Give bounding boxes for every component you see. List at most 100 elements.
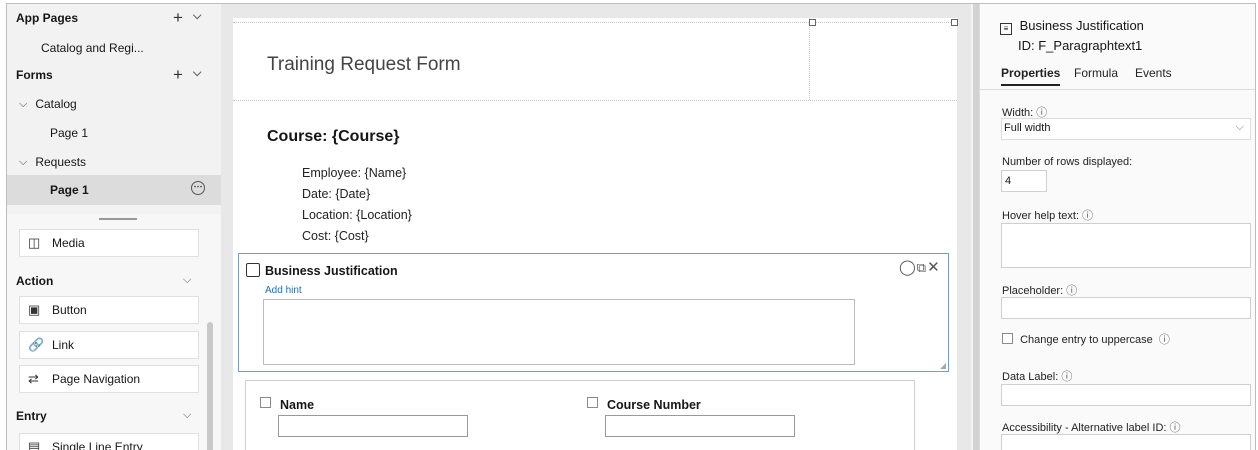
detail-cost: Cost: {Cost} bbox=[302, 229, 369, 243]
detail-location: Location: {Location} bbox=[302, 208, 412, 222]
rows-input[interactable]: 4 bbox=[1001, 170, 1047, 192]
add-form-icon[interactable]: + bbox=[173, 65, 183, 85]
details-list: Employee: {Name} Date: {Date} Location: … bbox=[302, 163, 412, 247]
page-navigation-label: Page Navigation bbox=[52, 372, 141, 386]
course-number-input[interactable] bbox=[605, 415, 795, 437]
accessibility-input[interactable] bbox=[1001, 434, 1251, 450]
app-pages-header[interactable]: App Pages + ⌵ bbox=[7, 4, 221, 32]
settings-circle-icon[interactable]: ◯ bbox=[899, 259, 917, 276]
copy-icon[interactable]: ⧉ bbox=[917, 260, 927, 275]
chevron-down-icon[interactable]: ⌵ bbox=[183, 274, 191, 287]
paragraph-field-icon: ≡ bbox=[1000, 23, 1012, 35]
page-navigation-item[interactable]: ⇄ Page Navigation bbox=[19, 365, 199, 393]
resize-handle[interactable] bbox=[99, 218, 137, 220]
text-field-icon: ▤ bbox=[28, 439, 41, 450]
rows-value: 4 bbox=[1005, 175, 1012, 187]
single-line-entry-label: Single Line Entry bbox=[52, 440, 143, 450]
placeholder-label: Placeholder: ⓘ bbox=[1002, 285, 1078, 297]
course-number-field-label: Course Number bbox=[607, 398, 701, 412]
properties-title: Business Justification bbox=[1019, 18, 1144, 33]
uppercase-label: Change entry to uppercase bbox=[1020, 334, 1153, 346]
button-label: Button bbox=[52, 303, 87, 317]
rows-label: Number of rows displayed: bbox=[1002, 156, 1133, 168]
link-icon: 🔗 bbox=[28, 337, 45, 352]
action-header[interactable]: Action ⌵ bbox=[7, 268, 221, 294]
info-icon: ⓘ bbox=[1082, 210, 1094, 222]
forms-title: Forms bbox=[16, 68, 53, 82]
forms-header[interactable]: Forms + ⌵ bbox=[7, 61, 221, 89]
uppercase-row[interactable]: Change entry to uppercase ⓘ bbox=[1002, 331, 1170, 347]
chevron-down-icon[interactable]: ⌵ bbox=[19, 98, 27, 111]
fields-section[interactable]: Name Course Number bbox=[245, 380, 915, 450]
form-page-item-selected[interactable]: Page 1 ⋯ bbox=[7, 175, 221, 205]
chevron-down-icon[interactable]: ⌵ bbox=[19, 156, 27, 169]
add-hint-link[interactable]: Add hint bbox=[265, 285, 302, 296]
form-page-label: Page 1 bbox=[50, 126, 89, 140]
properties-title-row: ≡ Business Justification bbox=[1000, 18, 1144, 35]
resize-handle[interactable] bbox=[809, 19, 816, 26]
chevron-down-icon[interactable]: ⌵ bbox=[193, 10, 201, 23]
app-page-item[interactable]: Catalog and Regi... bbox=[7, 34, 221, 62]
hover-help-input[interactable] bbox=[1001, 223, 1251, 268]
close-icon[interactable]: ✕ bbox=[927, 259, 941, 276]
form-group-label: Requests bbox=[35, 155, 87, 169]
entry-title: Entry bbox=[16, 409, 47, 423]
media-label: Media bbox=[52, 236, 85, 250]
properties-panel: ≡ Business Justification ID: F_Paragraph… bbox=[979, 4, 1255, 450]
entry-header[interactable]: Entry ⌵ bbox=[7, 403, 221, 429]
left-scrollbar[interactable] bbox=[207, 322, 213, 450]
name-field-label: Name bbox=[280, 398, 315, 412]
uppercase-checkbox[interactable] bbox=[1002, 333, 1013, 344]
resize-handle[interactable] bbox=[951, 19, 958, 26]
chevron-down-icon: ⌵ bbox=[1235, 121, 1244, 133]
width-select[interactable]: Full width ⌵ bbox=[1001, 118, 1251, 140]
paragraph-textarea[interactable] bbox=[263, 299, 855, 365]
tab-properties[interactable]: Properties bbox=[1001, 66, 1061, 86]
add-app-page-icon[interactable]: + bbox=[173, 8, 183, 28]
form-page-item[interactable]: Page 1 bbox=[7, 119, 221, 147]
form-header-section[interactable]: Training Request Form bbox=[233, 18, 958, 101]
field-checkbox-icon[interactable] bbox=[260, 397, 271, 408]
field-id: ID: F_Paragraphtext1 bbox=[1018, 38, 1143, 53]
button-icon: ▣ bbox=[28, 302, 41, 317]
tab-formula[interactable]: Formula bbox=[1074, 66, 1118, 80]
form-group-requests[interactable]: ⌵ Requests bbox=[7, 148, 221, 176]
field-toolbar: ◯⧉✕ bbox=[899, 258, 941, 276]
resize-grip-icon[interactable] bbox=[940, 363, 946, 369]
app-pages-title: App Pages bbox=[16, 11, 79, 25]
form-group-catalog[interactable]: ⌵ Catalog bbox=[7, 90, 221, 118]
link-item[interactable]: 🔗 Link bbox=[19, 331, 199, 359]
form-canvas: Training Request Form Course: {Course} E… bbox=[221, 4, 971, 450]
media-icon: ◫ bbox=[28, 235, 41, 250]
field-checkbox-icon[interactable] bbox=[587, 397, 598, 408]
action-title: Action bbox=[16, 274, 54, 288]
single-line-entry-item[interactable]: ▤ Single Line Entry bbox=[19, 433, 199, 450]
more-options-icon[interactable]: ⋯ bbox=[191, 181, 205, 195]
width-select-value: Full width bbox=[1004, 122, 1051, 134]
chevron-down-icon[interactable]: ⌵ bbox=[193, 67, 201, 80]
media-item[interactable]: ◫ Media bbox=[19, 229, 199, 257]
button-item[interactable]: ▣ Button bbox=[19, 296, 199, 324]
swap-arrows-icon: ⇄ bbox=[28, 371, 39, 386]
accessibility-label: Accessibility - Alternative label ID: ⓘ bbox=[1002, 422, 1181, 434]
left-panel: App Pages + ⌵ Catalog and Regi... Forms … bbox=[7, 4, 222, 450]
detail-date: Date: {Date} bbox=[302, 187, 371, 201]
info-icon: ⓘ bbox=[1066, 285, 1078, 297]
placeholder-input[interactable] bbox=[1001, 297, 1251, 319]
form-page-label: Page 1 bbox=[50, 183, 89, 197]
app-page-label: Catalog and Regi... bbox=[41, 41, 144, 55]
data-label-input[interactable] bbox=[1001, 384, 1251, 406]
form-title: Training Request Form bbox=[267, 54, 461, 75]
tab-events[interactable]: Events bbox=[1135, 66, 1172, 80]
info-icon: ⓘ bbox=[1158, 334, 1170, 346]
field-checkbox-icon[interactable] bbox=[246, 263, 260, 277]
course-heading: Course: {Course} bbox=[267, 128, 400, 145]
field-label: Business Justification bbox=[265, 264, 398, 278]
page-tree: App Pages + ⌵ Catalog and Regi... Forms … bbox=[7, 4, 221, 214]
form-page: Training Request Form Course: {Course} E… bbox=[233, 18, 958, 450]
hover-help-label: Hover help text: ⓘ bbox=[1002, 210, 1094, 222]
app-window: App Pages + ⌵ Catalog and Regi... Forms … bbox=[6, 3, 1256, 450]
name-input[interactable] bbox=[278, 415, 468, 437]
chevron-down-icon[interactable]: ⌵ bbox=[183, 409, 191, 422]
business-justification-field[interactable]: Business Justification Add hint ◯⧉✕ bbox=[238, 253, 949, 372]
